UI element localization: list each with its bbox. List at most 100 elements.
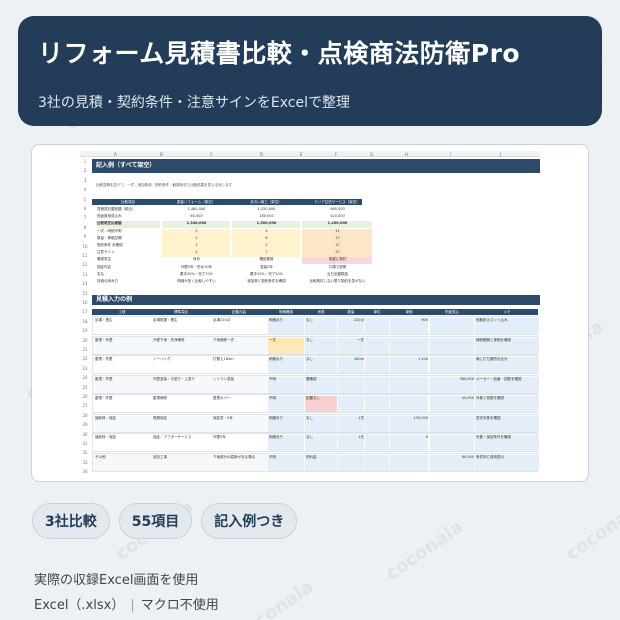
table2-cell: 補修範囲と単価を確認 [475,337,539,354]
column-letter: F [335,152,338,157]
table1-cell: 2 [162,235,230,243]
table2-cell: 屋根・外壁 [95,337,113,342]
table1-cell: 当日全額現金 [327,271,348,276]
row-number: 27 [82,403,88,409]
table1-cell: 27 [302,250,372,258]
section2-title: 見積入力の例 [92,295,540,305]
table2-cell [390,376,428,393]
table2-cell: 屋根・外壁 [95,376,113,381]
table1-cell: 口頭で説明 [328,264,347,269]
row-number: 29 [82,422,88,428]
table2-cell: 対象・保証条件を確認 [475,435,539,451]
table1-cell: 比較用支払総額 [96,221,160,229]
row-number: 22 [82,356,88,362]
row-number: 26 [82,394,88,399]
table2-cell: 900 [390,318,428,334]
table1-cell: 明細が多く比較しやすい [177,279,216,283]
row-number: 18 [82,318,88,324]
row-number: 4 [83,187,87,193]
table2-cell [430,435,474,451]
row-number: 2 [83,168,87,174]
table2-cell [390,396,428,412]
table2-cell [365,318,389,334]
table2-cell: 要確認 [305,376,337,393]
table2-cell [430,318,474,334]
excel-screenshot: ABCDEFGHIJ 1 2 3 4 5 6 7 8 9 10 11 12 13 14 15 16 17 18 19… [31,144,589,482]
table2-cell: 下地補修一式 [213,337,234,342]
row-number: 3 [83,177,87,183]
table2-header-cell: 記載内容 [232,310,246,314]
table2-cell: 記載なし [305,396,337,412]
table2-header-cell: 標準項目 [174,310,188,314]
row-number: 16 [82,300,88,305]
table1-cell: 2 [162,228,230,236]
row-number: 9 [83,234,87,240]
row-number: 32 [82,450,88,456]
table1-cell: 良め [193,257,200,262]
table1-cell: 支払 [97,271,104,276]
table1-cell: 7 [232,250,300,258]
table2-cell: なし [305,318,337,334]
table2-cell: 一式 [338,337,364,354]
table2-header-cell: 単位 [373,310,381,314]
table1-cell: 評価の読み方 [97,279,118,283]
table2-cell: 明細あり [268,415,304,432]
table1-header-cell: 塗装リフォーム（架空） [176,200,216,204]
table2-cell: メーカー・品番・回数を確認 [475,376,539,393]
table2-cell: その他 [95,454,106,459]
table2-cell: 保証書・5年 [213,415,233,420]
table2-cell [365,357,389,373]
table2-header-cell: 数量 [347,310,355,314]
table2-cell: 条件別に費用表示 [475,454,539,471]
table1-cell: 追加費と契約条件を確認 [247,279,286,283]
table2-cell: シリコン塗装 [213,376,234,381]
pill-compare-3: 3社比較 [32,503,110,539]
table1-cell: 塗装5年 [260,264,273,269]
table1-cell: 注意サイン [97,250,115,255]
row-number: 20 [82,337,88,343]
table1-cell: 慎重に検討 [302,257,372,265]
table2-cell: 保証・アフターサービス [153,435,192,439]
table2-cell: 外壁塗装・中塗り・上塗り [153,376,195,381]
table2-cell [390,337,428,354]
table2-cell: 足場設置・養生 [153,318,178,322]
row-number: 11 [82,253,88,258]
table1-cell: 契約条件 未確認 [97,243,123,247]
table1-cell: 1,480,000 [187,207,206,211]
table2-cell: 明細あり [268,435,304,451]
table2-header-cell: 工程 [118,310,126,314]
table2-cell: 別料金 [305,454,337,471]
row-number: 15 [82,290,88,296]
feature-pills: 3社比較 55項目 記入例つき [32,503,298,539]
table2-cell: 明細あり [268,357,304,373]
table2-header-cell: 明細確認 [279,310,293,314]
table1-cell: 1 [162,243,230,250]
page-title: リフォーム見積書比較・点検商法防衛Pro [38,39,521,68]
table2-cell: 対象と枚数を確認 [475,396,539,412]
table1-cell: 数量・単価空欄 [97,235,122,240]
table2-header-cell: 別途見込 [445,310,459,314]
column-letter: C [210,152,213,157]
table1-cell: 420,000 [330,214,345,219]
table2-cell [430,357,474,373]
column-letter: B [160,152,163,157]
row-number: 6 [83,206,87,211]
table2-cell: なし [305,435,337,451]
title-banner: リフォーム見積書比較・点検商法防衛Pro 3社の見積・契約条件・注意サインをEx… [18,16,602,126]
separator: | [130,598,135,613]
table1-cell: 外壁5年・防水10年 [180,264,213,269]
table1-cell: 1,500,000 [232,221,300,229]
watermark-text: coconala [562,496,620,565]
row-number: 31 [82,441,88,446]
table2-cell: 1式 [338,435,364,451]
table2-cell: 屋根補修 [153,396,167,400]
section1-title: 記入例（すべて架空） [92,159,540,173]
table2-cell: シーリング [153,357,171,361]
column-letter: A [114,152,117,157]
table2-cell: 下地部分の腐食がある場合 [213,454,255,459]
table2-cell: なし [305,415,337,432]
table2-cell: 一式 [268,337,304,354]
table2-cell: 足場220㎡ [213,318,231,322]
table1-cell: 11 [302,228,372,236]
table2-cell: 打替え180m [213,357,234,361]
